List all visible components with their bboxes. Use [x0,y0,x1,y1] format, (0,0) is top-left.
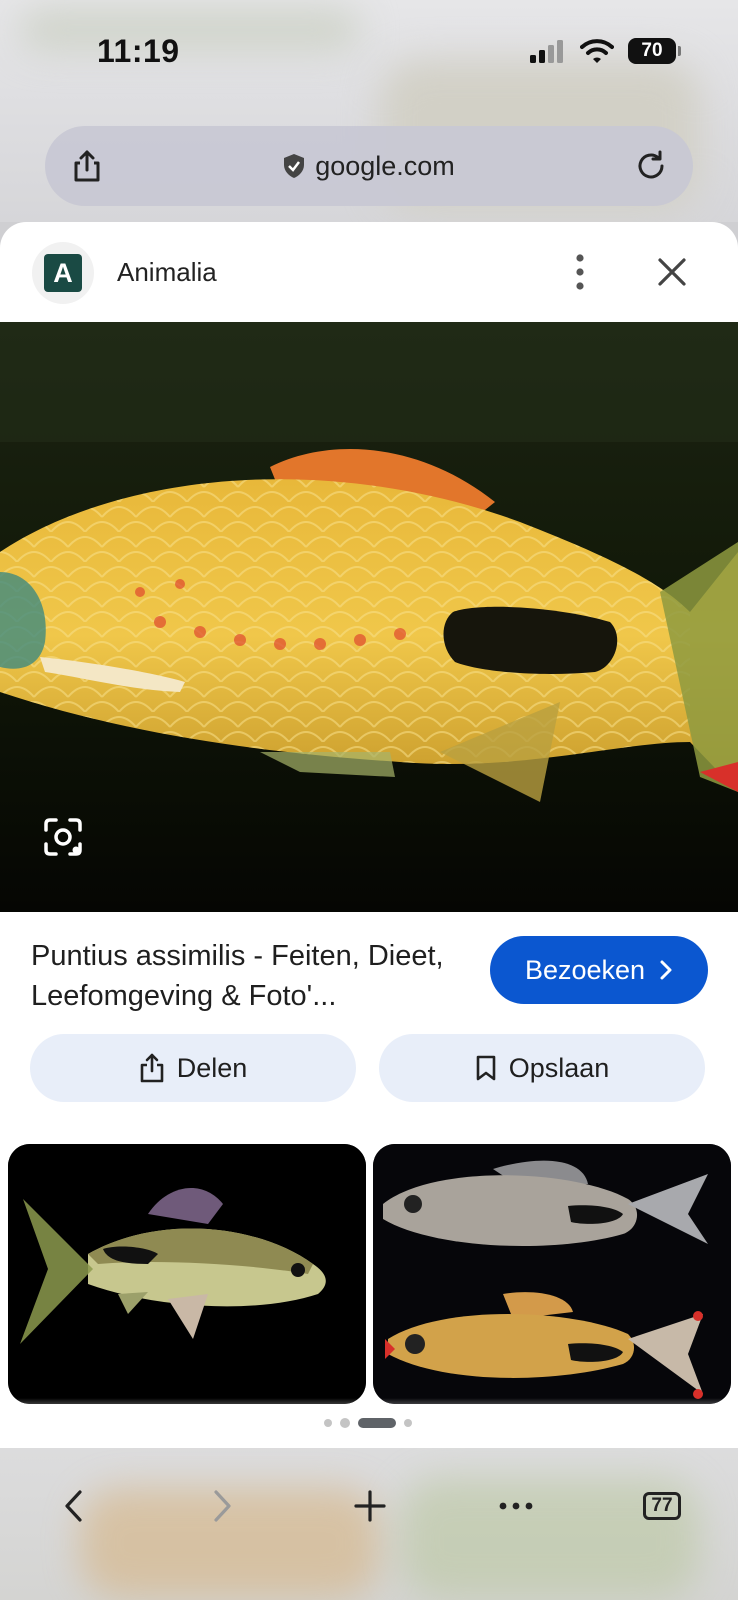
url-domain[interactable]: google.com [283,151,455,182]
visit-button[interactable]: Bezoeken [490,936,708,1004]
pager-dot [404,1419,412,1427]
domain-text: google.com [315,150,455,181]
share-button[interactable]: Delen [30,1034,356,1102]
share-icon [140,1053,164,1083]
related-fish-image [373,1144,731,1404]
shield-icon [284,154,305,178]
result-row: Puntius assimilis - Feiten, Dieet, Leefo… [0,912,738,1034]
site-avatar[interactable]: A [32,242,94,304]
fish-photo [0,322,738,912]
site-logo: A [44,254,82,292]
plus-icon [354,1490,386,1522]
tabs-button[interactable]: 77 [632,1476,692,1536]
back-icon [65,1490,82,1522]
pager-dot [324,1419,332,1427]
reload-icon[interactable] [633,148,669,184]
lens-icon[interactable] [40,814,86,860]
result-title[interactable]: Puntius assimilis - Feiten, Dieet, Leefo… [31,936,461,1016]
status-bar: 11:19 70 [0,0,738,110]
sheet-header: A Animalia [0,222,738,322]
share-label: Delen [176,1052,248,1083]
close-icon[interactable] [652,252,692,292]
chevron-right-icon [660,960,672,980]
bottom-toolbar: 77 [0,1448,738,1600]
wifi-icon [580,39,614,63]
forward-icon [214,1490,231,1522]
related-images [0,1144,738,1404]
more-horiz-icon [499,1502,533,1510]
browser-top-chrome: 11:19 70 google.com [0,0,738,222]
site-name[interactable]: Animalia [117,257,217,288]
related-image-card[interactable] [373,1144,731,1404]
signal-icon [530,40,563,63]
more-vert-icon[interactable] [562,250,598,294]
image-detail-sheet: A Animalia Puntius assimilis - Feiten, D… [0,222,738,1448]
url-bar[interactable]: google.com [45,126,693,206]
battery-indicator: 70 [628,38,681,64]
tabs-icon: 77 [643,1492,681,1520]
share-icon[interactable] [69,148,105,184]
carousel-pager [324,1418,412,1428]
bookmark-icon [476,1055,496,1081]
pager-dot [340,1418,350,1428]
status-icons: 70 [530,38,681,64]
menu-button[interactable] [486,1476,546,1536]
back-button[interactable] [44,1476,104,1536]
main-fish-image[interactable] [0,322,738,912]
action-row: Delen Opslaan [0,1034,738,1112]
status-time: 11:19 [97,33,180,69]
pager-dot-active [358,1418,396,1428]
forward-button[interactable] [192,1476,252,1536]
visit-label: Bezoeken [524,954,646,985]
save-label: Opslaan [508,1052,610,1083]
save-button[interactable]: Opslaan [379,1034,705,1102]
new-tab-button[interactable] [340,1476,400,1536]
related-fish-image [8,1144,366,1404]
related-image-card[interactable] [8,1144,366,1404]
